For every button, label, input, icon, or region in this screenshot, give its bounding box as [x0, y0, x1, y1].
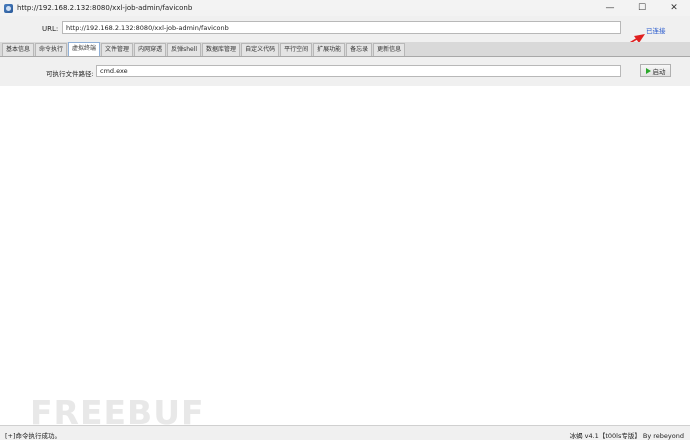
maximize-button[interactable]: ☐	[626, 0, 658, 16]
url-label: URL:	[42, 25, 59, 33]
version-info: 冰蝎 v4.1【t00ls专版】 By rebeyond	[569, 432, 684, 440]
title-bar: http://192.168.2.132:8080/xxl-job-admin/…	[0, 0, 690, 16]
url-input[interactable]	[62, 21, 621, 34]
close-button[interactable]: ✕	[658, 0, 690, 16]
tab-8[interactable]: 平行空间	[280, 43, 313, 56]
tab-7[interactable]: 自定义代码	[241, 43, 280, 56]
play-icon	[645, 67, 651, 74]
status-bar: [+]命令执行成功。 冰蝎 v4.1【t00ls专版】 By rebeyond	[0, 425, 690, 440]
tab-4[interactable]: 内网穿透	[134, 43, 167, 56]
window-controls: — ☐ ✕	[594, 0, 690, 16]
tab-11[interactable]: 更新信息	[373, 43, 406, 56]
terminal-output-area[interactable]	[0, 86, 690, 425]
tab-2[interactable]: 虚拟终端	[68, 42, 101, 56]
executable-path-label: 可执行文件路径:	[46, 70, 94, 78]
tab-1[interactable]: 命令执行	[35, 43, 68, 56]
tab-3[interactable]: 文件管理	[101, 43, 134, 56]
start-button-label: 启动	[652, 67, 666, 76]
start-button[interactable]: 启动	[640, 64, 671, 77]
tab-9[interactable]: 扩展功能	[313, 43, 346, 56]
tab-bar: 基本信息 命令执行 虚拟终端 文件管理 内网穿透 反弹shell 数据库管理 自定义代码 平行空…	[0, 42, 690, 57]
executable-path-input[interactable]	[96, 65, 621, 77]
connection-status-link[interactable]: 已连接	[646, 25, 666, 35]
url-toolbar: URL: 已连接	[0, 16, 690, 42]
tab-6[interactable]: 数据库管理	[202, 43, 241, 56]
tab-5[interactable]: 反弹shell	[167, 43, 202, 56]
app-icon	[4, 3, 13, 13]
status-message: [+]命令执行成功。	[5, 432, 62, 440]
tab-0[interactable]: 基本信息	[2, 43, 35, 56]
minimize-button[interactable]: —	[594, 0, 626, 16]
tab-10[interactable]: 备忘录	[346, 43, 373, 56]
terminal-panel: 可执行文件路径: 启动	[0, 57, 690, 86]
window-title: http://192.168.2.132:8080/xxl-job-admin/…	[17, 4, 193, 12]
